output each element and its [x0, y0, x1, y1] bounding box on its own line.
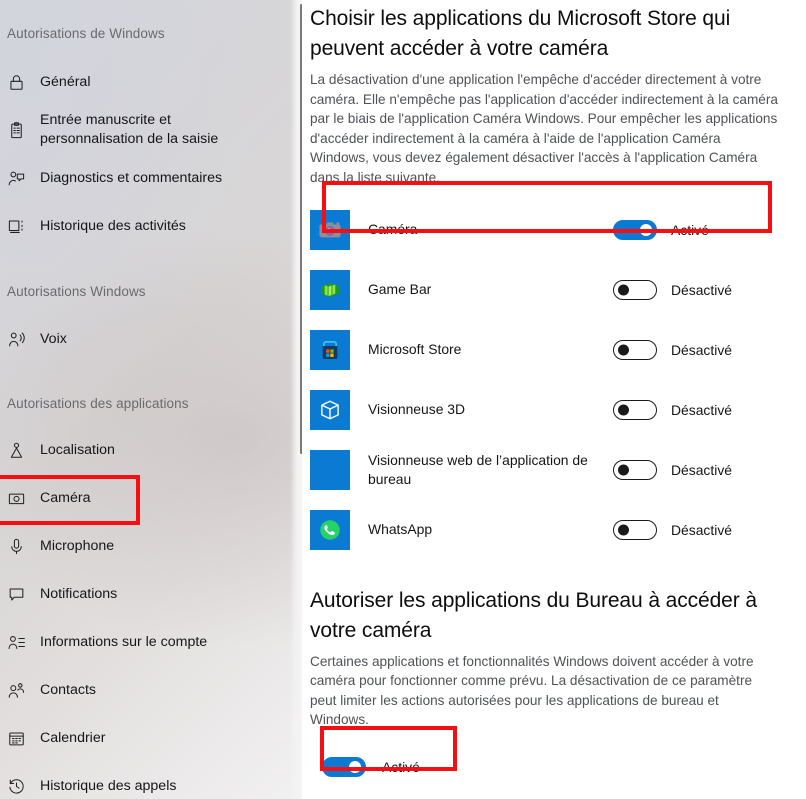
sidebar-item-lock[interactable]: Général	[0, 65, 300, 99]
main-content: Choisir les applications du Microsoft St…	[302, 0, 806, 799]
sidebar-item-calendar[interactable]: Calendrier	[0, 721, 300, 755]
toggle-knob	[640, 223, 652, 236]
toggle-knob	[618, 524, 629, 536]
sidebar-item-label: Contacts	[40, 681, 96, 698]
call-history-icon	[7, 777, 33, 796]
store-app-toggle[interactable]	[613, 459, 657, 480]
store-app-toggle-state: Activé	[671, 221, 709, 238]
store-app-name: Microsoft Store	[368, 341, 462, 358]
sidebar-item-label: Voix	[40, 330, 67, 347]
feedback-icon	[7, 169, 33, 188]
store-app-toggle-state: Désactivé	[671, 341, 732, 358]
store-app-row: Caméra Activé	[310, 200, 790, 260]
store-app-toggle[interactable]	[613, 399, 657, 420]
store-app-toggle-wrap[interactable]: Désactivé	[613, 399, 732, 420]
account-info-icon	[7, 633, 33, 652]
sidebar-item-notification[interactable]: Notifications	[0, 577, 300, 611]
store-app-row: Visionneuse 3D Désactivé	[310, 380, 790, 440]
lock-icon	[7, 73, 33, 92]
store-app-toggle-state: Désactivé	[671, 461, 732, 478]
store-section-title: Choisir les applications du Microsoft St…	[310, 7, 731, 60]
sidebar-item-call-history[interactable]: Historique des appels	[0, 769, 300, 799]
sidebar-item-activity-history[interactable]: Historique des activités	[0, 209, 300, 243]
sidebar-scrollbar[interactable]	[300, 4, 302, 454]
store-section-description: La désactivation d'une application l'emp…	[310, 72, 778, 185]
store-app-name: Game Bar	[368, 281, 432, 298]
store-app-row: Microsoft Store Désactivé	[310, 320, 790, 380]
store-app-row: WhatsApp Désactivé	[310, 500, 790, 560]
microphone-icon	[7, 537, 33, 556]
desktop-app-web-viewer-icon	[310, 449, 350, 490]
sidebar-item-label: Entrée manuscrite et personnalisation de…	[40, 112, 219, 147]
whatsapp-app-icon	[310, 509, 350, 550]
sidebar-item-feedback[interactable]: Diagnostics et commentaires	[0, 161, 300, 195]
sidebar-item-label: Historique des appels	[40, 777, 177, 794]
settings-sidebar: Autorisations de Windows Autorisations Wi…	[0, 0, 302, 799]
sidebar-item-label: Calendrier	[40, 729, 106, 746]
sidebar-item-account-info[interactable]: Informations sur le compte	[0, 625, 300, 659]
store-app-toggle-wrap[interactable]: Désactivé	[613, 339, 732, 360]
toggle-knob	[618, 404, 629, 416]
store-app-toggle-wrap[interactable]: Désactivé	[613, 279, 732, 300]
desktop-section-description: Certaines applications et fonctionnalité…	[310, 653, 754, 728]
game-bar-app-icon	[310, 269, 350, 310]
contacts-icon	[7, 681, 33, 700]
store-app-toggle-state: Désactivé	[671, 401, 732, 418]
sidebar-item-camera[interactable]: Caméra	[0, 481, 300, 515]
activity-history-icon	[7, 217, 33, 236]
sidebar-item-label: Informations sur le compte	[40, 633, 208, 650]
clipboard-icon	[7, 121, 33, 140]
settings-privacy-camera-page: Autorisations de Windows Autorisations Wi…	[0, 0, 806, 799]
toggle-knob	[618, 464, 629, 476]
store-app-toggle-state: Désactivé	[671, 521, 732, 538]
store-app-toggle[interactable]	[613, 279, 657, 300]
sidebar-item-label: Caméra	[40, 489, 91, 506]
sidebar-item-label: Notifications	[40, 585, 118, 602]
store-app-name: Caméra	[368, 221, 418, 238]
sidebar-item-contacts[interactable]: Contacts	[0, 673, 300, 707]
camera-app-icon	[310, 209, 350, 250]
store-app-toggle-wrap[interactable]: Activé	[613, 219, 709, 240]
sidebar-item-microphone[interactable]: Microphone	[0, 529, 300, 563]
sidebar-item-label: Diagnostics et commentaires	[40, 169, 223, 186]
notification-icon	[7, 585, 33, 604]
toggle-knob	[618, 284, 629, 296]
sidebar-item-location[interactable]: Localisation	[0, 433, 300, 467]
viewer-3d-app-icon	[310, 389, 350, 430]
desktop-apps-toggle-row[interactable]: Activé	[322, 752, 790, 782]
sidebar-group-heading: Autorisations Windows	[7, 284, 146, 299]
desktop-apps-toggle[interactable]	[322, 756, 366, 777]
calendar-icon	[7, 729, 33, 748]
store-app-list: Caméra Activé Game Bar Désactivé Microsoft S…	[310, 200, 790, 560]
camera-icon	[7, 489, 33, 508]
toggle-knob	[618, 344, 629, 356]
store-app-toggle-wrap[interactable]: Désactivé	[613, 519, 732, 540]
microsoft-store-app-icon	[310, 329, 350, 370]
store-app-name: Visionneuse web de l’application de bure…	[368, 451, 588, 487]
sidebar-item-clipboard[interactable]: Entrée manuscrite et personnalisation de…	[0, 106, 300, 154]
store-app-toggle[interactable]	[613, 519, 657, 540]
store-app-name: Visionneuse 3D	[368, 401, 466, 418]
store-app-toggle-wrap[interactable]: Désactivé	[613, 459, 732, 480]
store-app-toggle-state: Désactivé	[671, 281, 732, 298]
sidebar-group-heading: Autorisations de Windows	[7, 26, 165, 41]
sidebar-item-label: Historique des activités	[40, 217, 186, 234]
store-app-row: Game Bar Désactivé	[310, 260, 790, 320]
store-app-toggle[interactable]	[613, 339, 657, 360]
sidebar-item-label: Général	[40, 73, 91, 90]
desktop-section-title: Autoriser les applications du Bureau à a…	[310, 588, 757, 642]
sidebar-item-voice[interactable]: Voix	[0, 322, 300, 356]
sidebar-item-label: Microphone	[40, 537, 115, 554]
store-app-row: Visionneuse web de l’application de bure…	[310, 440, 790, 500]
toggle-knob	[349, 760, 361, 773]
store-app-name: WhatsApp	[368, 521, 433, 538]
sidebar-item-label: Localisation	[40, 441, 115, 458]
sidebar-group-heading: Autorisations des applications	[7, 396, 189, 411]
voice-icon	[7, 330, 33, 349]
desktop-apps-toggle-state: Activé	[382, 758, 420, 775]
location-icon	[7, 441, 33, 460]
store-app-toggle[interactable]	[613, 219, 657, 240]
